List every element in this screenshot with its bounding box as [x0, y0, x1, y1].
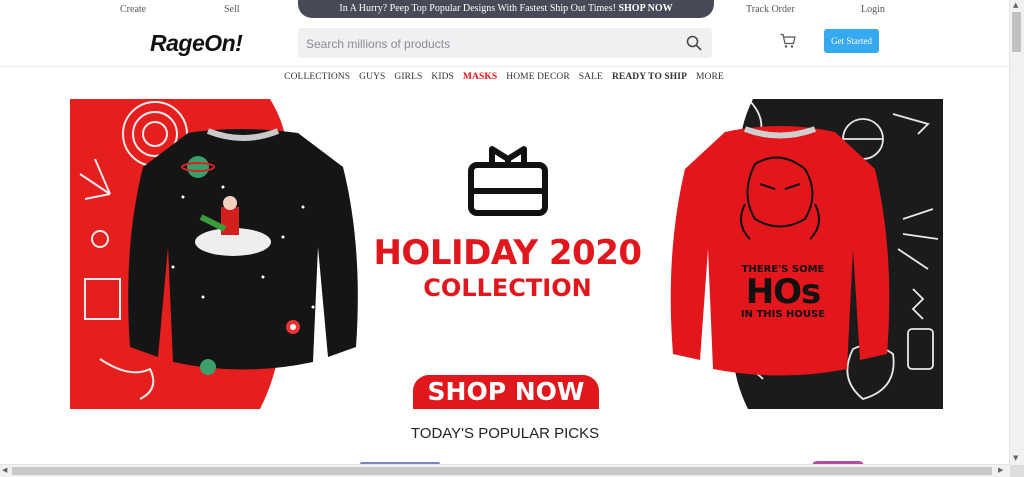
get-started-button[interactable]: Get Started [824, 29, 879, 53]
nav-item-masks[interactable]: MASKS [463, 72, 497, 82]
create-link[interactable]: Create [120, 4, 146, 15]
scroll-down-arrow-icon[interactable]: ▼ [1013, 454, 1018, 462]
red-sweater-image [670, 126, 890, 376]
nav-item-home-decor[interactable]: HOME DECOR [506, 72, 570, 82]
gift-card-icon [468, 146, 548, 216]
scrollbar-corner [1010, 465, 1024, 477]
scroll-up-arrow-icon[interactable]: ▲ [1013, 1, 1018, 9]
black-sweater-image [128, 128, 358, 375]
sweater-text-line2: HOs [745, 272, 822, 312]
nav-item-collections[interactable]: COLLECTIONS [284, 72, 350, 82]
header: RageOn! Get Started [0, 22, 1010, 67]
promo-banner[interactable]: In A Hurry? Peep Top Popular Designs Wit… [298, 0, 714, 18]
scroll-right-arrow-icon[interactable]: ▶ [998, 466, 1003, 474]
banner-title: HOLIDAY 2020 [373, 233, 642, 273]
login-link[interactable]: Login [861, 4, 885, 15]
search-input[interactable] [304, 34, 668, 54]
popular-picks-heading: TODAY'S POPULAR PICKS [410, 425, 600, 442]
promo-text: In A Hurry? Peep Top Popular Designs Wit… [339, 3, 616, 14]
nav-item-more[interactable]: MORE [696, 72, 724, 82]
search-bar[interactable] [298, 28, 712, 58]
vertical-scrollbar[interactable]: ▲ ▼ [1009, 0, 1024, 465]
nav-item-girls[interactable]: GIRLS [394, 72, 422, 82]
nav-item-sale[interactable]: SALE [579, 72, 603, 82]
top-bar: Create Sell In A Hurry? Peep Top Popular… [0, 0, 1010, 22]
sell-link[interactable]: Sell [224, 4, 240, 15]
track-order-link[interactable]: Track Order [746, 4, 795, 15]
main-nav: COLLECTIONS GUYS GIRLS KIDS MASKS HOME D… [0, 72, 1010, 92]
sweater-text-line3: IN THIS HOUSE [740, 309, 826, 320]
sweater-graphic-text: THERE'S SOME HOs IN THIS HOUSE [728, 264, 838, 320]
nav-item-guys[interactable]: GUYS [359, 72, 385, 82]
cart-icon[interactable] [780, 33, 796, 49]
nav-item-kids[interactable]: KIDS [431, 72, 454, 82]
holiday-banner[interactable]: THERE'S SOME HOs IN THIS HOUSE HOLIDAY 2… [70, 99, 943, 409]
horizontal-scrollbar[interactable]: ◀ ▶ [0, 464, 1010, 477]
banner-subtitle: COLLECTION [423, 274, 592, 302]
promo-shop-now[interactable]: SHOP NOW [618, 3, 672, 14]
logo[interactable]: RageOn! [150, 30, 243, 57]
scroll-left-arrow-icon[interactable]: ◀ [2, 466, 7, 474]
vertical-scroll-thumb[interactable] [1012, 12, 1021, 52]
banner-shop-now-button[interactable]: SHOP NOW [413, 375, 599, 409]
search-icon[interactable] [686, 35, 702, 51]
horizontal-scroll-thumb[interactable] [12, 467, 992, 475]
nav-item-ready-to-ship[interactable]: READY TO SHIP [612, 72, 687, 82]
